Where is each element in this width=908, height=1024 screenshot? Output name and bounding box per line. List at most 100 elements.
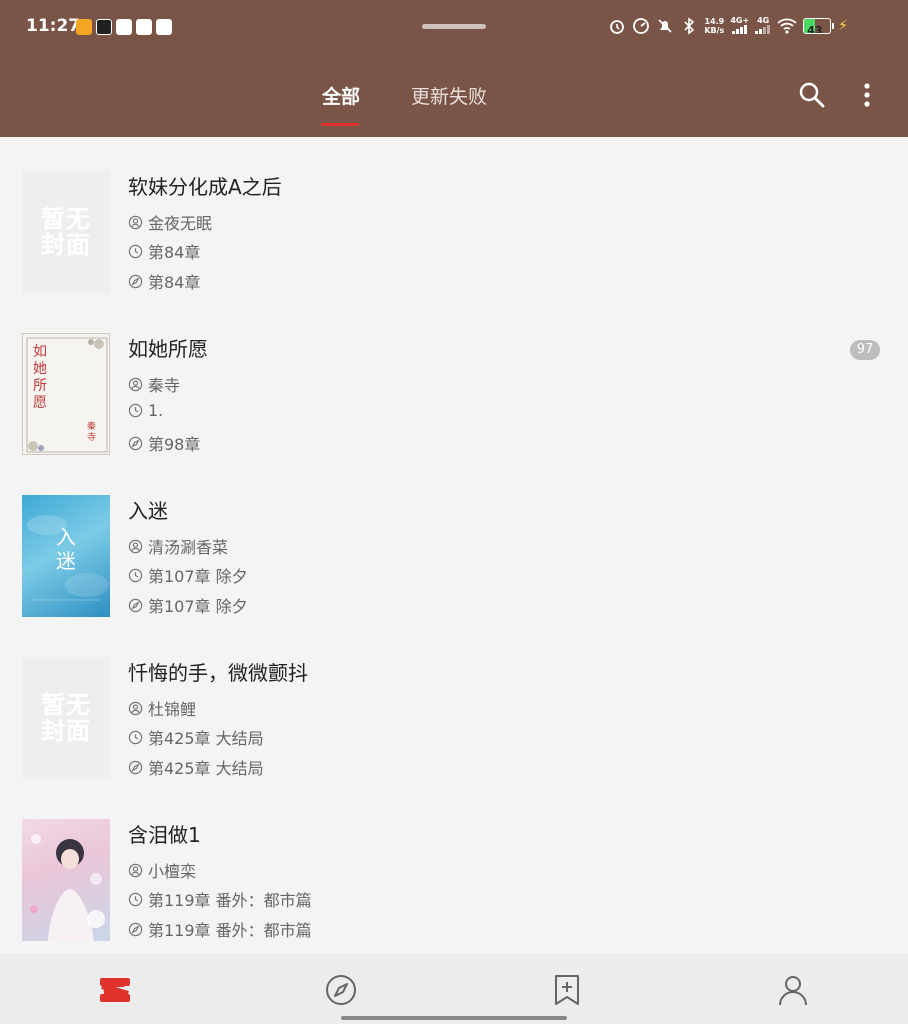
book-list-item[interactable]: 暂无封面 忏悔的手，微微颤抖 杜锦鲤 第425章 大结局 第425章 大结局 <box>0 623 908 785</box>
latest-chapter-text: 第425章 大结局 <box>148 729 264 748</box>
clock-icon <box>128 403 143 418</box>
book-list-item[interactable]: 如她所愿 秦寺 如她所愿 秦寺 1. 第98章 97 <box>0 299 908 461</box>
mute-icon <box>658 19 672 33</box>
cover-author: 秦寺 <box>87 422 97 443</box>
book-read-progress: 第98章 <box>128 431 200 455</box>
book-author: 小檀栾 <box>128 858 196 882</box>
speedometer-icon <box>633 18 650 34</box>
cover-illustration <box>30 834 105 941</box>
status-bar: 11:27 14.9 KB/s 4G+ 4G 43 ⚡ <box>0 0 908 56</box>
alarm-icon <box>610 20 625 34</box>
status-time: 11:27 <box>26 16 81 36</box>
book-latest-chapter: 第84章 <box>128 239 200 263</box>
book-read-progress: 第84章 <box>128 269 200 293</box>
book-latest-chapter: 第119章 番外：都市篇 <box>128 887 312 911</box>
compass-icon <box>128 922 143 936</box>
bookshelf-icon[interactable] <box>98 973 132 1007</box>
bluetooth-icon <box>684 17 695 35</box>
cover-title: 如她所愿 <box>33 344 47 411</box>
profile-icon[interactable] <box>776 973 810 1007</box>
clock-icon <box>128 244 143 258</box>
signal-4g: 4G <box>755 16 771 36</box>
book-title: 如她所愿 <box>128 337 208 361</box>
network-speed: 14.9 KB/s <box>704 17 725 35</box>
cover-placeholder-text: 暂无封面 <box>41 205 91 259</box>
read-chapter-text: 第107章 除夕 <box>148 597 248 616</box>
author-text: 小檀栾 <box>148 862 197 881</box>
system-icons: 14.9 KB/s 4G+ 4G 43 ⚡ <box>608 16 848 36</box>
app-notification-icon <box>116 19 132 35</box>
book-latest-chapter: 第425章 大结局 <box>128 725 264 749</box>
author-icon <box>128 539 143 553</box>
tab-update-failed[interactable]: 更新失败 <box>411 82 487 109</box>
author-text: 金夜无眠 <box>148 214 213 233</box>
more-options-icon[interactable] <box>857 80 877 110</box>
book-title: 软妹分化成A之后 <box>128 175 282 199</box>
book-cover[interactable]: 暂无封面 <box>22 657 110 779</box>
tab-all[interactable]: 全部 <box>322 82 360 109</box>
book-list-item[interactable]: 入迷 入迷 清汤涮香菜 第107章 除夕 第107章 除夕 <box>0 461 908 623</box>
bookmark-add-icon[interactable] <box>550 973 584 1007</box>
cover-title: 入迷 <box>56 525 76 573</box>
search-icon[interactable] <box>797 80 827 110</box>
compass-icon <box>128 598 143 612</box>
book-author: 清汤涮香菜 <box>128 534 228 558</box>
book-title: 入迷 <box>128 499 168 523</box>
active-tab-indicator <box>321 123 359 126</box>
book-cover[interactable] <box>22 819 110 941</box>
signal-bars-icon <box>731 25 747 34</box>
bottom-navigation <box>0 953 908 1024</box>
book-list-item[interactable]: 暂无封面 软妹分化成A之后 金夜无眠 第84章 第84章 <box>0 137 908 299</box>
read-chapter-text: 第98章 <box>148 435 201 454</box>
bookshelf-list: 暂无封面 软妹分化成A之后 金夜无眠 第84章 第84章 如她所愿 秦寺 如她所愿… <box>0 137 908 953</box>
app-notification-icon <box>136 19 152 35</box>
book-title: 含泪做1 <box>128 823 201 847</box>
charging-icon: ⚡ <box>838 18 848 34</box>
unread-count-badge: 97 <box>850 340 880 360</box>
explore-icon[interactable] <box>324 973 358 1007</box>
author-icon <box>128 863 143 877</box>
book-author: 金夜无眠 <box>128 210 212 234</box>
author-text: 杜锦鲤 <box>148 700 197 719</box>
drag-pill <box>422 24 486 29</box>
compass-icon <box>128 274 143 288</box>
app-notification-icon <box>76 19 92 35</box>
book-read-progress: 第425章 大结局 <box>128 755 264 779</box>
clock-icon <box>128 568 143 582</box>
compass-icon <box>128 760 143 774</box>
latest-chapter-text: 第119章 番外：都市篇 <box>148 891 312 910</box>
read-chapter-text: 第119章 番外：都市篇 <box>148 921 312 940</box>
book-latest-chapter: 1. <box>128 401 163 420</box>
notification-icons <box>76 19 172 35</box>
signal-4g-plus: 4G+ <box>730 16 749 36</box>
battery-indicator: 43 ⚡ <box>803 18 848 34</box>
book-author: 秦寺 <box>128 372 180 396</box>
book-cover[interactable]: 如她所愿 秦寺 <box>22 333 110 455</box>
home-indicator <box>341 1016 567 1020</box>
author-icon <box>128 215 143 229</box>
app-notification-icon <box>96 19 112 35</box>
read-chapter-text: 第84章 <box>148 273 201 292</box>
book-latest-chapter: 第107章 除夕 <box>128 563 248 587</box>
wifi-icon <box>777 18 797 34</box>
app-header: 11:27 14.9 KB/s 4G+ 4G 43 ⚡ 全部 更新失败 <box>0 0 908 137</box>
book-cover[interactable]: 暂无封面 <box>22 171 110 293</box>
book-cover[interactable]: 入迷 <box>22 495 110 617</box>
app-notification-icon <box>156 19 172 35</box>
author-icon <box>128 701 143 715</box>
clock-icon <box>128 730 143 744</box>
book-author: 杜锦鲤 <box>128 696 196 720</box>
cover-placeholder-text: 暂无封面 <box>41 691 91 745</box>
book-read-progress: 第119章 番外：都市篇 <box>128 917 312 941</box>
latest-chapter-text: 第84章 <box>148 243 201 262</box>
book-title: 忏悔的手，微微颤抖 <box>128 661 308 685</box>
compass-icon <box>128 436 143 450</box>
signal-bars-icon <box>755 25 771 34</box>
read-chapter-text: 第425章 大结局 <box>148 759 264 778</box>
author-text: 清汤涮香菜 <box>148 538 229 557</box>
latest-chapter-text: 第107章 除夕 <box>148 567 248 586</box>
clock-icon <box>128 892 143 906</box>
latest-chapter-text: 1. <box>148 401 164 420</box>
book-list-item[interactable]: 含泪做1 小檀栾 第119章 番外：都市篇 第119章 番外：都市篇 <box>0 785 908 947</box>
author-icon <box>128 377 143 391</box>
